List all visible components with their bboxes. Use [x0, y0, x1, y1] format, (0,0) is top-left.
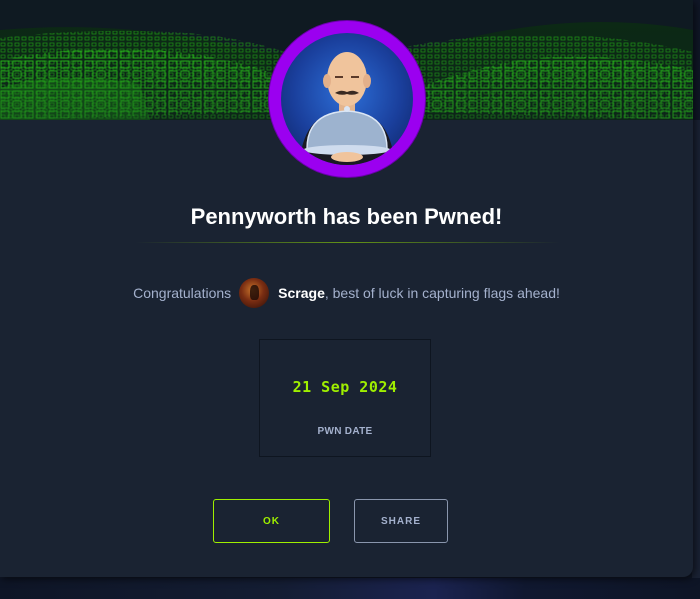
background-panel: [692, 120, 700, 580]
username[interactable]: Scrage: [278, 285, 325, 301]
pwn-date-card: 21 Sep 2024 PWN DATE: [259, 339, 431, 457]
congratulations-message: Congratulations Scrage , best of luck in…: [0, 277, 693, 309]
modal-title: Pennyworth has been Pwned!: [190, 204, 503, 229]
share-button[interactable]: SHARE: [354, 499, 448, 543]
pwn-date-label: PWN DATE: [317, 426, 373, 437]
user-avatar-icon[interactable]: [239, 278, 270, 308]
butler-avatar-icon: [281, 33, 413, 165]
pwned-modal: Pennyworth has been Pwned! Congratulatio…: [0, 0, 693, 577]
background-strip: [0, 578, 700, 599]
title-divider: [135, 242, 560, 243]
pwn-date-value: 21 Sep 2024: [292, 378, 398, 396]
ok-button[interactable]: OK: [213, 499, 330, 543]
congrats-suffix: , best of luck in capturing flags ahead!: [324, 285, 560, 301]
congrats-prefix: Congratulations: [133, 285, 232, 301]
machine-avatar: [269, 21, 425, 177]
